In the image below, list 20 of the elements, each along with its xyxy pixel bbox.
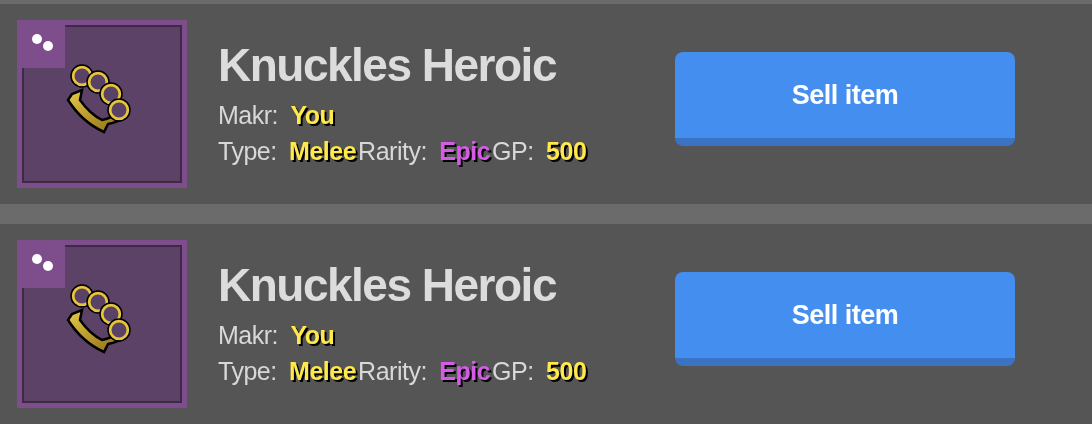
maker-label: Makr: <box>218 101 278 129</box>
maker-value: You <box>290 101 335 129</box>
maker-label: Makr: <box>218 321 278 349</box>
maker-value: You <box>290 321 335 349</box>
sell-button[interactable]: Sell item <box>675 272 1015 366</box>
sell-button[interactable]: Sell item <box>675 52 1015 146</box>
field-label: Rarity: <box>358 357 427 385</box>
item-name: Knuckles Heroic <box>218 259 557 311</box>
field-value: Melee <box>289 357 357 385</box>
field-label: Type: <box>218 137 277 165</box>
field-label: Rarity: <box>358 137 427 165</box>
field-label: GP: <box>492 357 534 385</box>
item-name: Knuckles Heroic <box>218 39 557 91</box>
field-label: Type: <box>218 357 277 385</box>
field-value: 500 <box>546 137 587 165</box>
field-value: Epic <box>439 137 491 165</box>
field-value: Epic <box>439 357 491 385</box>
field-value: 500 <box>546 357 587 385</box>
field-value: Melee <box>289 137 357 165</box>
field-label: GP: <box>492 137 534 165</box>
